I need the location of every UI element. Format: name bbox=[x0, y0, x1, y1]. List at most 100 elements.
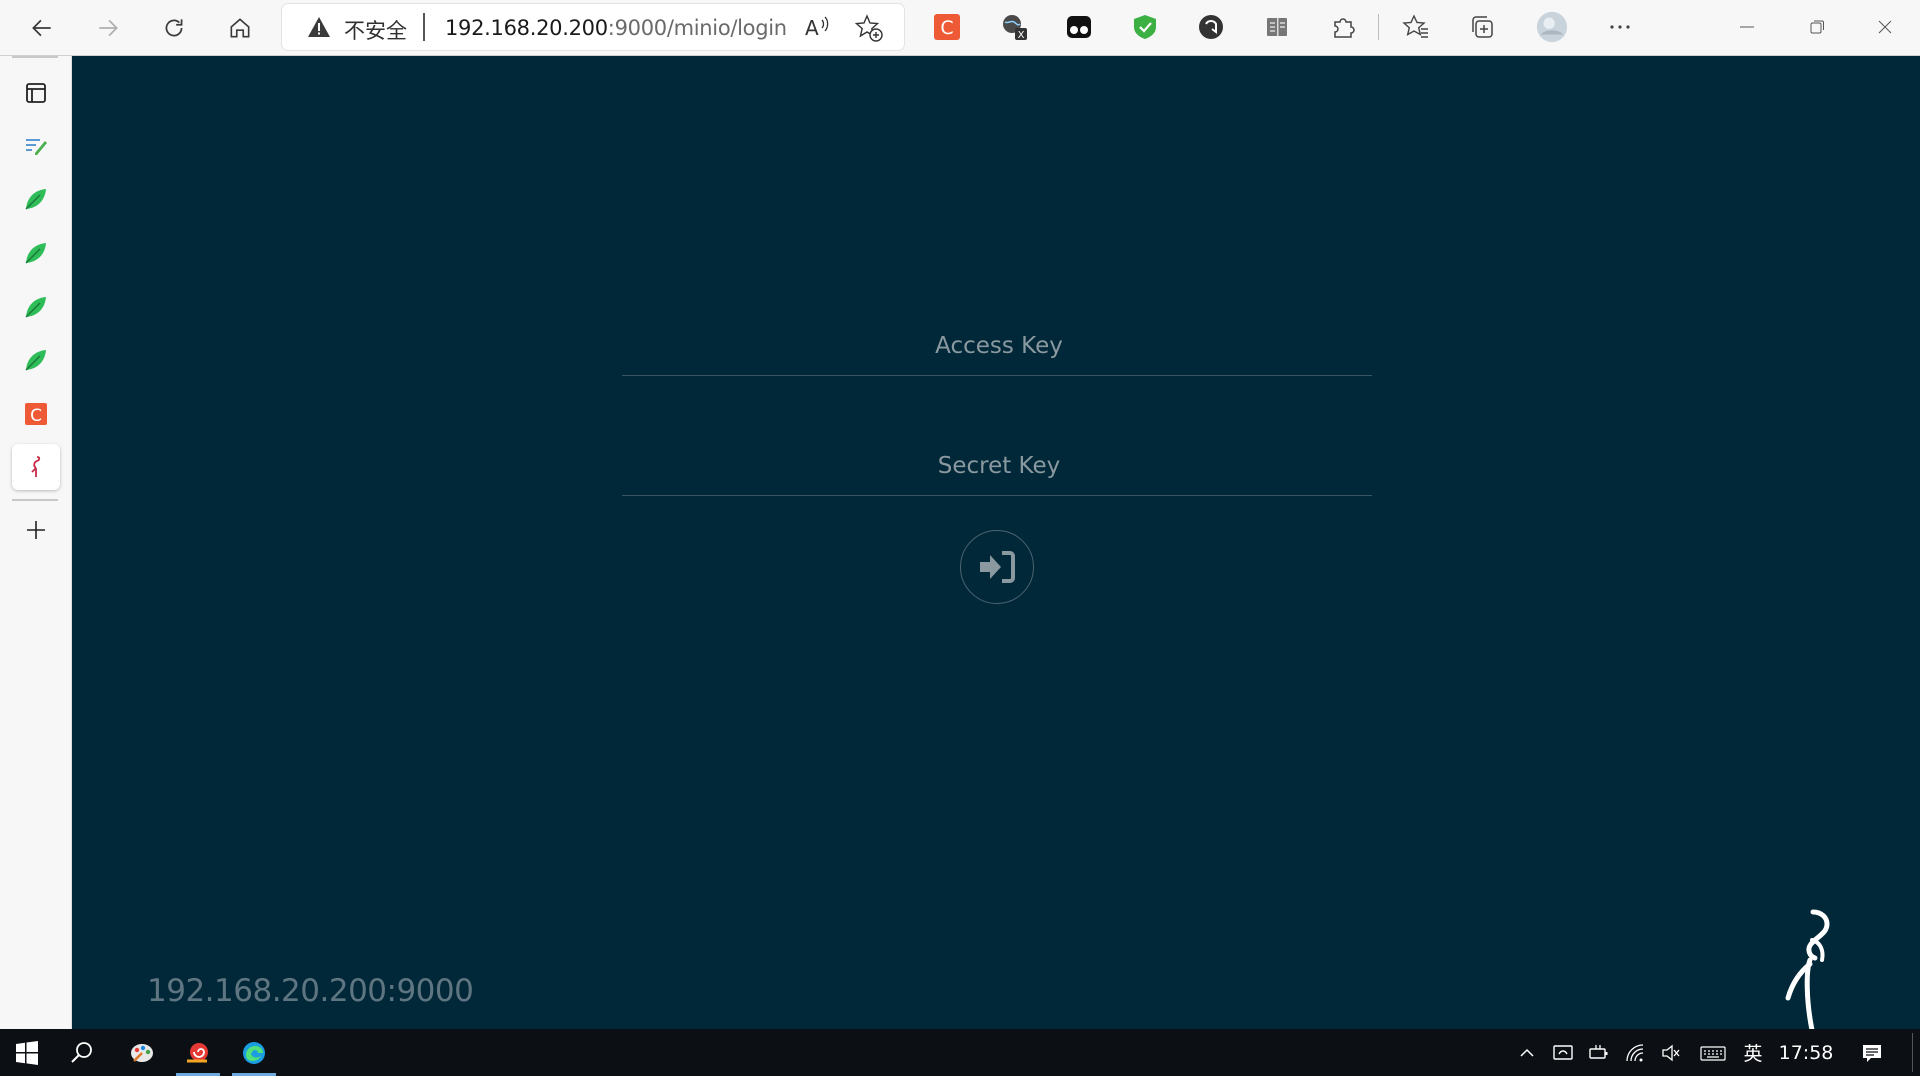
globe-x-icon: X bbox=[1003, 15, 1027, 41]
extension-reader-button[interactable] bbox=[1261, 11, 1293, 43]
plus-icon bbox=[27, 521, 45, 539]
tray-network[interactable] bbox=[1618, 1029, 1652, 1076]
more-button[interactable] bbox=[1604, 11, 1636, 43]
leaf-icon bbox=[25, 243, 46, 264]
sign-in-icon bbox=[980, 551, 1015, 583]
access-key-input[interactable] bbox=[622, 315, 1376, 377]
extensions-button[interactable] bbox=[1327, 11, 1359, 43]
green-shield-icon bbox=[1134, 15, 1156, 39]
leaf-icon bbox=[25, 189, 46, 210]
sidebar-tab-c[interactable]: C bbox=[12, 391, 60, 437]
wifi-icon bbox=[1626, 1043, 1644, 1061]
new-tab-button[interactable] bbox=[12, 507, 60, 553]
taskbar: 英 17:58 bbox=[0, 1029, 1920, 1076]
address-bar[interactable]: 不安全 192.168.20.200:9000/minio/login A bbox=[282, 4, 904, 50]
tray-overflow-button[interactable] bbox=[1510, 1029, 1544, 1076]
extension-c-button[interactable]: C bbox=[931, 11, 963, 43]
url-path: :9000/minio/login bbox=[607, 16, 787, 40]
url-host: 192.168.20.200 bbox=[445, 16, 608, 40]
extension-tampermonkey-button[interactable] bbox=[1063, 11, 1095, 43]
address-divider bbox=[423, 13, 425, 41]
tray-monitor-icon bbox=[1553, 1044, 1573, 1060]
keyboard-icon bbox=[1700, 1045, 1726, 1061]
security-label[interactable]: 不安全 bbox=[344, 15, 407, 45]
tray-clock[interactable]: 17:58 bbox=[1774, 1029, 1838, 1076]
edge-browser-icon bbox=[243, 1041, 265, 1064]
sidebar-tab-leaf-1[interactable] bbox=[12, 176, 60, 222]
extension-globe-button[interactable]: X bbox=[998, 11, 1030, 43]
paint-palette-icon bbox=[131, 1043, 153, 1062]
avatar-icon bbox=[1536, 11, 1568, 43]
vertical-tabs-sidebar: C bbox=[0, 56, 72, 1029]
clock-time: 17:58 bbox=[1778, 1041, 1834, 1064]
taskbar-app-snail[interactable] bbox=[170, 1029, 226, 1076]
tray-app-icon[interactable] bbox=[1546, 1029, 1580, 1076]
access-key-field bbox=[622, 315, 1376, 377]
search-icon bbox=[71, 1041, 92, 1063]
tray-volume[interactable] bbox=[1654, 1029, 1688, 1076]
close-button[interactable] bbox=[1868, 12, 1902, 42]
forward-arrow-icon bbox=[99, 19, 118, 37]
url-text[interactable]: 192.168.20.200:9000/minio/login bbox=[445, 16, 787, 40]
taskbar-app-edge[interactable] bbox=[226, 1029, 282, 1076]
read-aloud-icon[interactable]: A bbox=[802, 12, 832, 42]
c-logo-icon: C bbox=[25, 403, 47, 426]
login-button[interactable] bbox=[960, 530, 1034, 604]
collections-button[interactable] bbox=[1466, 11, 1498, 43]
server-address: 192.168.20.200:9000 bbox=[147, 973, 474, 1009]
back-button[interactable] bbox=[22, 8, 62, 48]
show-desktop-divider[interactable] bbox=[1912, 1033, 1913, 1072]
svg-text:A: A bbox=[805, 16, 819, 40]
svg-text:X: X bbox=[1018, 30, 1025, 41]
sidebar-tab-note[interactable] bbox=[12, 123, 60, 169]
sidebar-tab-minio[interactable] bbox=[12, 444, 60, 490]
forward-button[interactable] bbox=[88, 8, 128, 48]
sidebar-tab-leaf-3[interactable] bbox=[12, 284, 60, 330]
sidebar-tab-leaf-4[interactable] bbox=[12, 337, 60, 383]
volume-muted-icon bbox=[1662, 1044, 1680, 1061]
add-favorite-icon[interactable] bbox=[854, 13, 884, 43]
home-button[interactable] bbox=[220, 8, 260, 48]
secret-key-input[interactable] bbox=[622, 435, 1376, 497]
tray-keyboard[interactable] bbox=[1694, 1029, 1732, 1076]
back-arrow-icon bbox=[32, 19, 51, 37]
favorites-star-icon bbox=[1402, 14, 1428, 38]
refresh-icon bbox=[165, 19, 183, 37]
battery-plug-icon bbox=[1589, 1044, 1608, 1059]
favorites-button[interactable] bbox=[1400, 11, 1432, 43]
leaf-icon bbox=[25, 297, 46, 318]
home-icon bbox=[230, 18, 250, 38]
restore-button[interactable] bbox=[1800, 12, 1834, 42]
tab-actions-icon bbox=[26, 83, 46, 103]
minio-flamingo-icon bbox=[31, 456, 41, 477]
c-logo-icon: C bbox=[934, 14, 960, 40]
note-icon bbox=[26, 139, 47, 155]
start-button[interactable] bbox=[0, 1029, 54, 1076]
close-icon bbox=[1878, 20, 1892, 34]
tampermonkey-icon bbox=[1067, 16, 1091, 38]
warning-icon bbox=[308, 17, 330, 37]
sidebar-divider bbox=[12, 499, 58, 501]
extension-circle-button[interactable] bbox=[1195, 11, 1227, 43]
secret-key-field bbox=[622, 435, 1376, 497]
profile-button[interactable] bbox=[1534, 9, 1570, 45]
tray-ime[interactable]: 英 bbox=[1736, 1029, 1770, 1076]
minio-logo-icon bbox=[1785, 909, 1830, 1033]
sidebar-tab-leaf-2[interactable] bbox=[12, 230, 60, 276]
restore-icon bbox=[1810, 20, 1824, 34]
tab-actions-button[interactable] bbox=[12, 70, 60, 116]
action-center-button[interactable] bbox=[1852, 1029, 1892, 1076]
minimize-button[interactable] bbox=[1730, 12, 1764, 42]
tray-battery[interactable] bbox=[1582, 1029, 1616, 1076]
notification-icon bbox=[1863, 1044, 1881, 1062]
snail-icon bbox=[187, 1042, 208, 1062]
ime-label: 英 bbox=[1743, 1043, 1763, 1065]
browser-toolbar: 不安全 192.168.20.200:9000/minio/login A C … bbox=[0, 0, 1920, 56]
extension-shield-button[interactable] bbox=[1129, 11, 1161, 43]
taskbar-app-paint[interactable] bbox=[114, 1029, 170, 1076]
refresh-button[interactable] bbox=[154, 8, 194, 48]
search-button[interactable] bbox=[54, 1029, 110, 1076]
more-dots-icon bbox=[1610, 25, 1630, 29]
svg-text:C: C bbox=[30, 406, 42, 426]
svg-text:C: C bbox=[940, 17, 953, 39]
